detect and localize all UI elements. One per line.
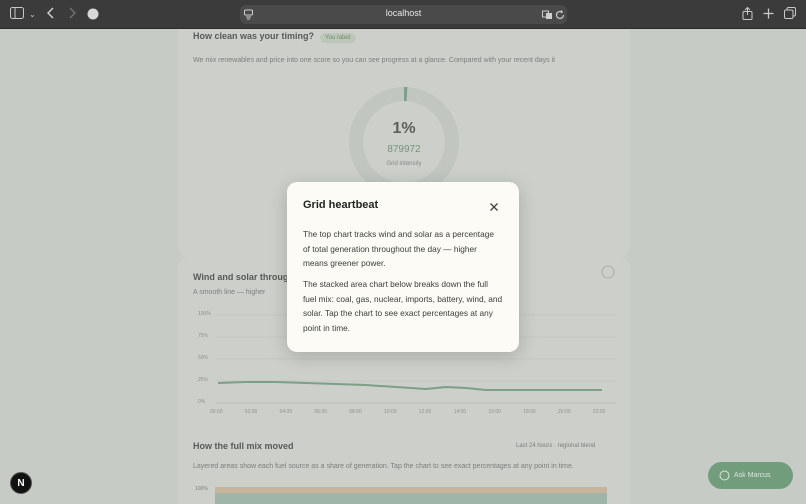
dialog-paragraph-1: The top chart tracks wind and solar as a… xyxy=(303,229,494,269)
dialog-title: Grid heartbeat xyxy=(303,199,379,211)
ask-assistant-button[interactable]: Ask Marcus xyxy=(708,462,793,489)
close-icon[interactable] xyxy=(488,201,500,213)
url-text: localhost xyxy=(385,8,422,18)
sidebar-toggle-icon[interactable] xyxy=(10,7,24,22)
back-icon[interactable] xyxy=(46,7,55,22)
translate-icon[interactable] xyxy=(542,8,553,23)
dialog-paragraph-2: The stacked area chart below breaks down… xyxy=(303,279,503,333)
new-tab-icon[interactable] xyxy=(763,7,774,22)
address-bar[interactable]: localhost xyxy=(240,5,567,24)
forward-icon[interactable] xyxy=(68,7,77,22)
site-favicon-icon xyxy=(87,8,99,23)
reload-icon[interactable] xyxy=(555,8,565,23)
browser-toolbar: ⌄ localhost xyxy=(0,0,806,29)
leaf-icon xyxy=(719,470,730,481)
tab-overview-icon[interactable] xyxy=(784,7,796,22)
grid-heartbeat-dialog: Grid heartbeat The top chart tracks wind… xyxy=(287,182,519,352)
ask-assistant-label: Ask Marcus xyxy=(734,472,771,479)
chevron-down-icon[interactable]: ⌄ xyxy=(29,7,36,22)
share-icon[interactable] xyxy=(742,6,753,23)
next-dev-badge[interactable]: N xyxy=(10,472,32,494)
